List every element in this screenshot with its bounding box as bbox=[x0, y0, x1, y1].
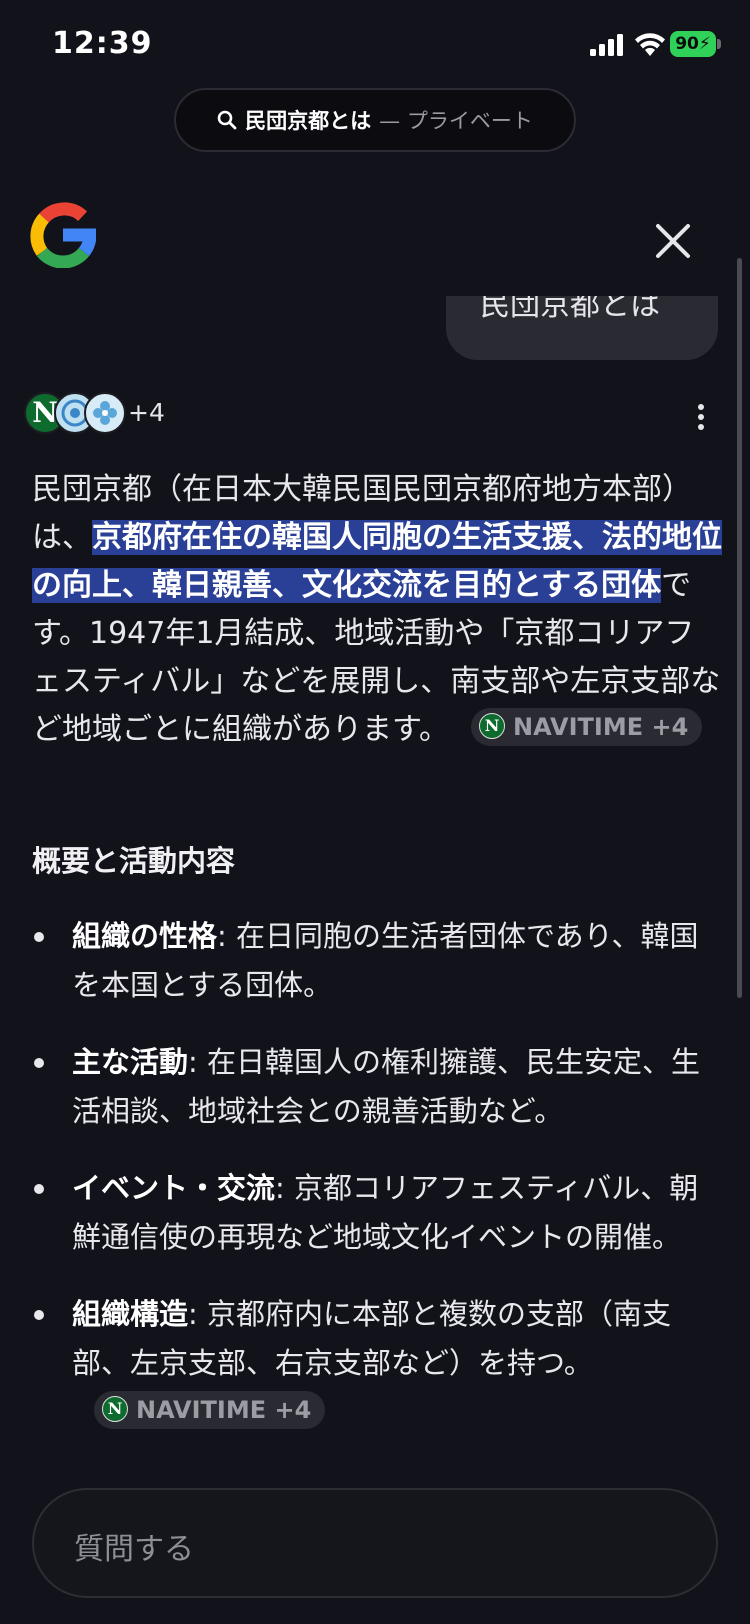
search-icon bbox=[217, 110, 237, 130]
navitime-icon: N bbox=[479, 712, 505, 739]
google-logo-icon bbox=[30, 202, 96, 268]
bullet-label: イベント・交流 bbox=[72, 1171, 276, 1205]
search-pill-query: 民団京都とは bbox=[245, 109, 372, 133]
ai-answer-paragraph: 民団京都（在日本大韓民国民団京都府地方本部）は、京都府在住の韓国人同胞の生活支援… bbox=[32, 466, 722, 754]
answer-highlight: 京都府在住の韓国人同胞の生活支援、法的地位の向上、韓日親善、文化交流を目的とする… bbox=[32, 520, 722, 603]
status-bar: 12:39 90⚡ bbox=[0, 0, 750, 90]
battery-tip bbox=[717, 39, 721, 49]
status-time: 12:39 bbox=[52, 26, 153, 61]
navitime-icon: N bbox=[102, 1396, 128, 1422]
battery-indicator: 90⚡ bbox=[670, 31, 716, 57]
bullet-label: 組織の性格 bbox=[72, 919, 218, 953]
search-pill[interactable]: 民団京都とは — プライベート bbox=[174, 88, 576, 152]
user-message-bubble: 民団京都とは bbox=[446, 296, 718, 360]
list-item: イベント・交流: 京都コリアフェスティバル、朝鮮通信使の再現など地域文化イベント… bbox=[32, 1164, 722, 1262]
list-item: 組織構造: 京都府内に本部と複数の支部（南支部、左京支部、右京支部など）を持つ。… bbox=[32, 1290, 722, 1437]
bullet-label: 組織構造 bbox=[72, 1297, 189, 1331]
section-title: 概要と活動内容 bbox=[32, 844, 236, 878]
sources-count: +4 bbox=[128, 398, 165, 427]
scrollbar[interactable] bbox=[737, 258, 742, 998]
source-favicon-icon bbox=[84, 392, 126, 434]
list-item: 組織の性格: 在日同胞の生活者団体であり、韓国を本国とする団体。 bbox=[32, 912, 722, 1010]
close-button[interactable] bbox=[650, 218, 696, 264]
source-chip[interactable]: N NAVITIME +4 bbox=[471, 707, 703, 746]
wifi-icon bbox=[635, 33, 665, 56]
bullet-label: 主な活動 bbox=[72, 1045, 189, 1079]
cellular-signal-icon bbox=[590, 34, 623, 56]
bullet-list: 組織の性格: 在日同胞の生活者団体であり、韓国を本国とする団体。 主な活動: 在… bbox=[32, 912, 722, 1465]
list-item: 主な活動: 在日韓国人の権利擁護、民生安定、生活相談、地域社会との親善活動など。 bbox=[32, 1038, 722, 1136]
user-message-text: 民団京都とは bbox=[480, 296, 660, 323]
source-chip-label: NAVITIME +4 bbox=[136, 1396, 312, 1424]
ask-input[interactable]: 質問する bbox=[32, 1488, 718, 1598]
search-pill-mode: — プライベート bbox=[379, 109, 533, 133]
source-chip-label: NAVITIME +4 bbox=[513, 712, 689, 741]
battery-level: 90 bbox=[675, 34, 699, 54]
flower-emblem-icon bbox=[93, 401, 117, 425]
more-options-icon[interactable] bbox=[692, 402, 710, 432]
ask-input-placeholder: 質問する bbox=[74, 1532, 194, 1567]
source-chip[interactable]: N NAVITIME +4 bbox=[94, 1391, 326, 1429]
